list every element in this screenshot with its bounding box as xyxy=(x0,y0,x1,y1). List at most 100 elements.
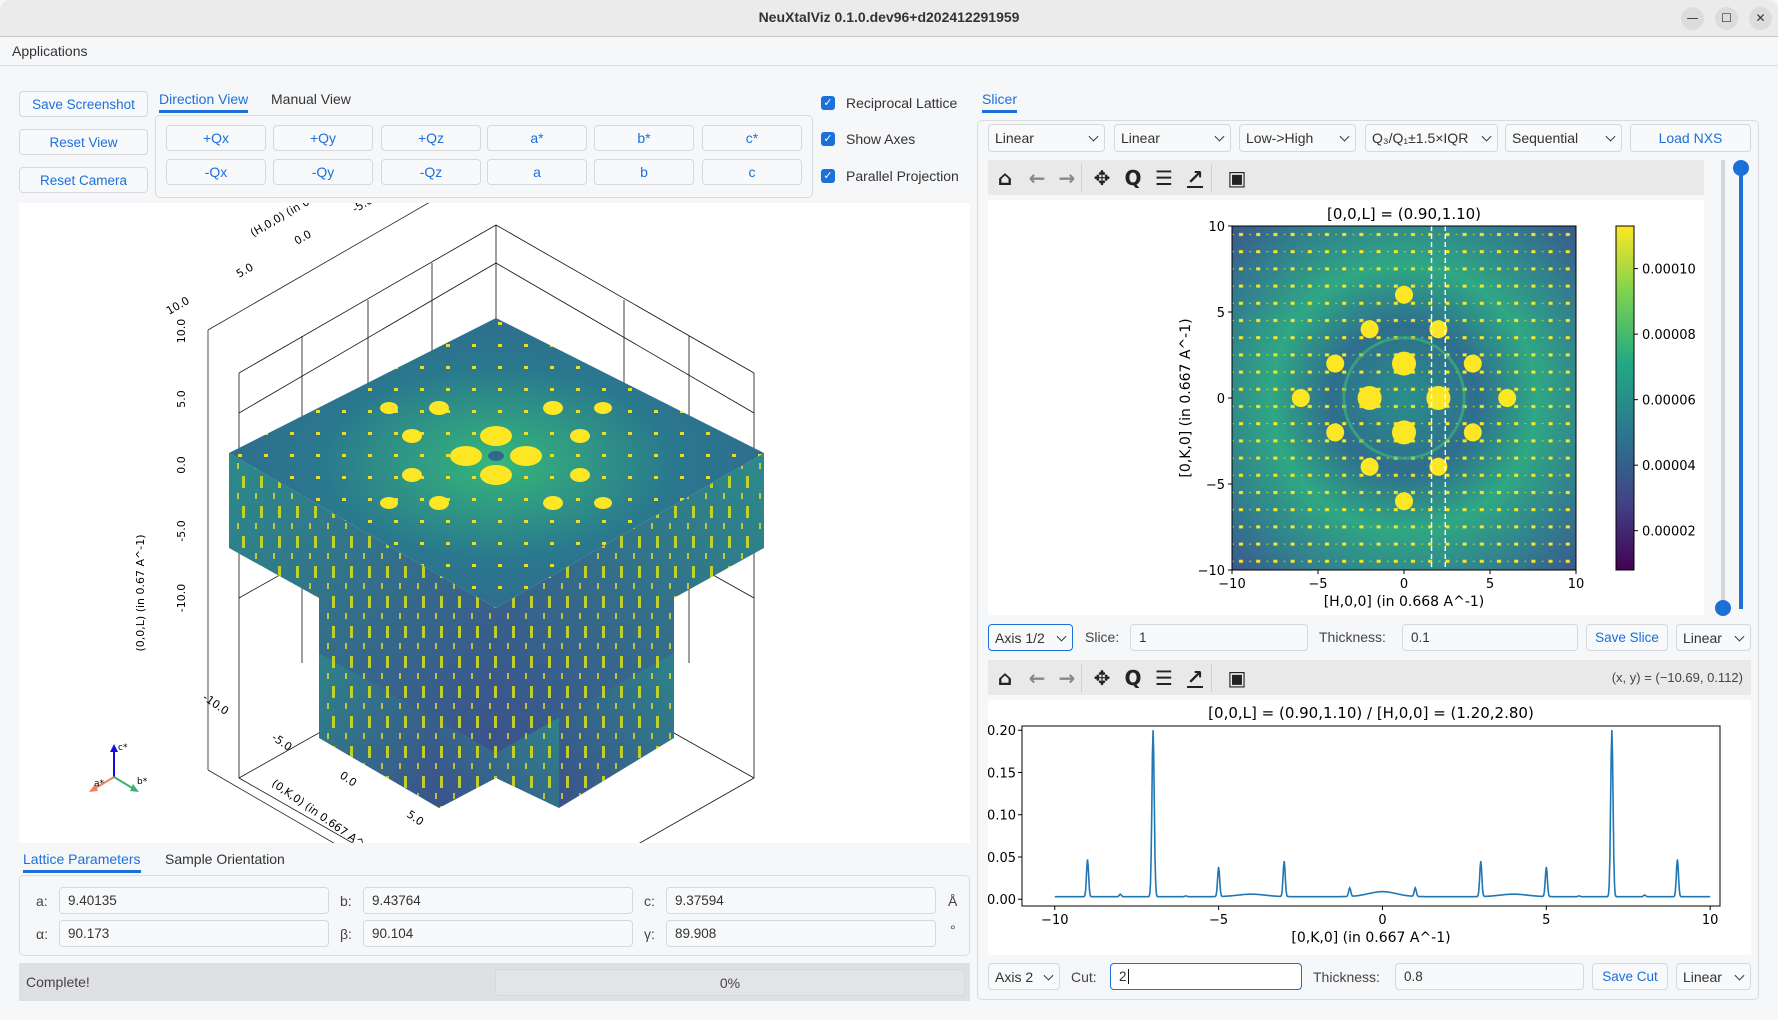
checkmark-icon: ✓ xyxy=(821,169,835,183)
maximize-button[interactable]: ☐ xyxy=(1715,7,1738,30)
menu-applications[interactable]: Applications xyxy=(12,43,88,59)
home-tool-button[interactable]: ⌂ xyxy=(992,665,1018,691)
limits-combo[interactable]: Q₃/Q₁±1.5×IQR xyxy=(1365,124,1498,152)
y-tick-label: 0.00 xyxy=(988,893,1016,908)
3d-viewport[interactable]: (H,0,0) (in 0.668 A^-1) 10.0 5.0 0.0 -5.… xyxy=(19,203,970,843)
tab-slicer[interactable]: Slicer xyxy=(982,91,1018,113)
direction-button-bminus-star[interactable]: b* xyxy=(594,125,694,151)
tab-sample-orientation[interactable]: Sample Orientation xyxy=(165,851,285,870)
scale-combo-2[interactable]: Linear xyxy=(1114,124,1231,152)
slice-axis-combo[interactable]: Axis 1/2 xyxy=(988,624,1073,651)
y-tick-label: 0.15 xyxy=(988,766,1016,781)
cut-scale-combo[interactable]: Linear xyxy=(1676,963,1751,990)
direction-button-cminus-star[interactable]: c* xyxy=(702,125,802,151)
gamma-field[interactable]: 89.908 xyxy=(666,920,936,947)
zoom-tool-button[interactable]: Q xyxy=(1120,665,1146,691)
save-screenshot-button[interactable]: Save Screenshot xyxy=(19,91,148,117)
back-tool-button[interactable]: ← xyxy=(1024,165,1050,191)
show-axes-checkbox[interactable]: ✓ Show Axes xyxy=(821,131,915,147)
back-tool-button[interactable]: ← xyxy=(1024,665,1050,691)
slice-plot[interactable]: −10 −5 0 5 10 10 5 0 −5 −10 [0,0,L] = (0.90,1.10) [… xyxy=(988,200,1704,615)
cut-line-chart[interactable]: [0,0,L] = (0.90,1.10) / [H,0,0] = (1.20,… xyxy=(987,700,1751,955)
a-field[interactable]: 9.40135 xyxy=(59,887,329,914)
menu-bar: Applications xyxy=(0,37,1778,66)
back-icon: ← xyxy=(1028,166,1046,190)
slice-heatmap-chart[interactable]: −10 −5 0 5 10 10 5 0 −5 −10 [0,0,L] = (0.90,1.10) [… xyxy=(988,200,1704,615)
cut-plot[interactable]: [0,0,L] = (0.90,1.10) / [H,0,0] = (1.20,… xyxy=(987,700,1751,955)
gamma-label: γ: xyxy=(644,926,655,942)
save-icon: ▣ xyxy=(1227,166,1247,190)
cut-thickness-label: Thickness: xyxy=(1313,969,1380,985)
colormap-combo[interactable]: Sequential xyxy=(1505,124,1622,152)
direction-button-c[interactable]: c xyxy=(702,159,802,185)
cut-thickness-input[interactable]: 0.8 xyxy=(1395,963,1584,990)
alpha-field[interactable]: 90.173 xyxy=(59,920,329,947)
3d-scene[interactable]: (H,0,0) (in 0.668 A^-1) 10.0 5.0 0.0 -5.… xyxy=(19,203,970,843)
reset-camera-button[interactable]: Reset Camera xyxy=(19,167,148,193)
slice-input[interactable]: 1 xyxy=(1130,624,1308,651)
heatmap-lattice-peaks xyxy=(1232,226,1576,570)
forward-tool-button[interactable]: → xyxy=(1054,165,1080,191)
home-tool-button[interactable]: ⌂ xyxy=(992,165,1018,191)
reset-view-button[interactable]: Reset View xyxy=(19,129,148,155)
cut-label: Cut: xyxy=(1071,969,1097,985)
slice-thickness-input[interactable]: 0.1 xyxy=(1402,624,1578,651)
slice-scale-combo[interactable]: Linear xyxy=(1676,624,1751,651)
save-tool-button[interactable]: ▣ xyxy=(1224,165,1250,191)
pan-tool-button[interactable]: ✥ xyxy=(1089,165,1115,191)
x-tick-label: 0 xyxy=(1400,577,1408,592)
direction-button-plusminus-qy[interactable]: +Qy xyxy=(273,125,373,151)
parallel-projection-label: Parallel Projection xyxy=(846,168,959,184)
cut-input[interactable]: 2 xyxy=(1110,963,1302,990)
customize-tool-button[interactable]: ↗ xyxy=(1182,165,1208,191)
direction-button-a[interactable]: a xyxy=(487,159,587,185)
direction-button-plusminus-qx[interactable]: +Qx xyxy=(166,125,266,151)
zoom-tool-button[interactable]: Q xyxy=(1120,165,1146,191)
y-tick-label: 0.05 xyxy=(988,851,1016,866)
x-tick-label: 10 xyxy=(1568,577,1585,592)
y-tick-label: 10 xyxy=(1208,220,1225,235)
subplots-tool-button[interactable]: ☰ xyxy=(1151,165,1177,191)
colorbar-tick-label: 0.00002 xyxy=(1642,525,1696,540)
close-button[interactable]: ✕ xyxy=(1749,7,1772,30)
slider-track[interactable] xyxy=(1721,160,1725,615)
c-field[interactable]: 9.37594 xyxy=(666,887,936,914)
save-tool-button[interactable]: ▣ xyxy=(1224,665,1250,691)
customize-tool-button[interactable]: ↗ xyxy=(1182,665,1208,691)
save-slice-button[interactable]: Save Slice xyxy=(1586,624,1668,651)
minimize-button[interactable]: — xyxy=(1681,7,1704,30)
load-nxs-button[interactable]: Load NXS xyxy=(1630,124,1751,152)
direction-button-b[interactable]: b xyxy=(594,159,694,185)
direction-button-minus-qz[interactable]: -Qz xyxy=(381,159,481,185)
direction-button-aminus-star[interactable]: a* xyxy=(487,125,587,151)
volume-rendering xyxy=(229,318,764,808)
parallel-projection-checkbox[interactable]: ✓ Parallel Projection xyxy=(821,168,959,184)
subplots-icon: ☰ xyxy=(1155,166,1173,190)
cut-axis-combo[interactable]: Axis 2 xyxy=(988,963,1060,990)
save-cut-button[interactable]: Save Cut xyxy=(1592,963,1668,990)
b-field[interactable]: 9.43764 xyxy=(363,887,633,914)
beta-field[interactable]: 90.104 xyxy=(363,920,633,947)
tab-manual-view[interactable]: Manual View xyxy=(271,91,351,110)
forward-tool-button[interactable]: → xyxy=(1054,665,1080,691)
slider-lower-handle[interactable] xyxy=(1715,600,1731,616)
reciprocal-lattice-checkbox[interactable]: ✓ Reciprocal Lattice xyxy=(821,95,957,111)
cut-chart-xlabel: [0,K,0] (in 0.667 A^-1) xyxy=(1291,930,1450,946)
chevron-down-icon xyxy=(1734,631,1745,642)
order-combo[interactable]: Low->High xyxy=(1239,124,1356,152)
chevron-down-icon xyxy=(1734,970,1745,981)
heatmap-xlabel: [H,0,0] (in 0.668 A^-1) xyxy=(1324,594,1485,610)
k-tick: 5.0 xyxy=(404,808,426,829)
y-tick-label: −10 xyxy=(1198,564,1225,579)
subplots-tool-button[interactable]: ☰ xyxy=(1151,665,1177,691)
slider-upper-handle[interactable] xyxy=(1733,160,1749,176)
pan-tool-button[interactable]: ✥ xyxy=(1089,665,1115,691)
tab-lattice-parameters[interactable]: Lattice Parameters xyxy=(23,851,141,873)
scale-combo-1-value: Linear xyxy=(995,130,1034,146)
direction-button-plusminus-qz[interactable]: +Qz xyxy=(381,125,481,151)
direction-button-minus-qy[interactable]: -Qy xyxy=(273,159,373,185)
tab-direction-view[interactable]: Direction View xyxy=(159,91,249,113)
minimize-icon: — xyxy=(1686,11,1699,25)
direction-button-minus-qx[interactable]: -Qx xyxy=(166,159,266,185)
scale-combo-1[interactable]: Linear xyxy=(988,124,1105,152)
